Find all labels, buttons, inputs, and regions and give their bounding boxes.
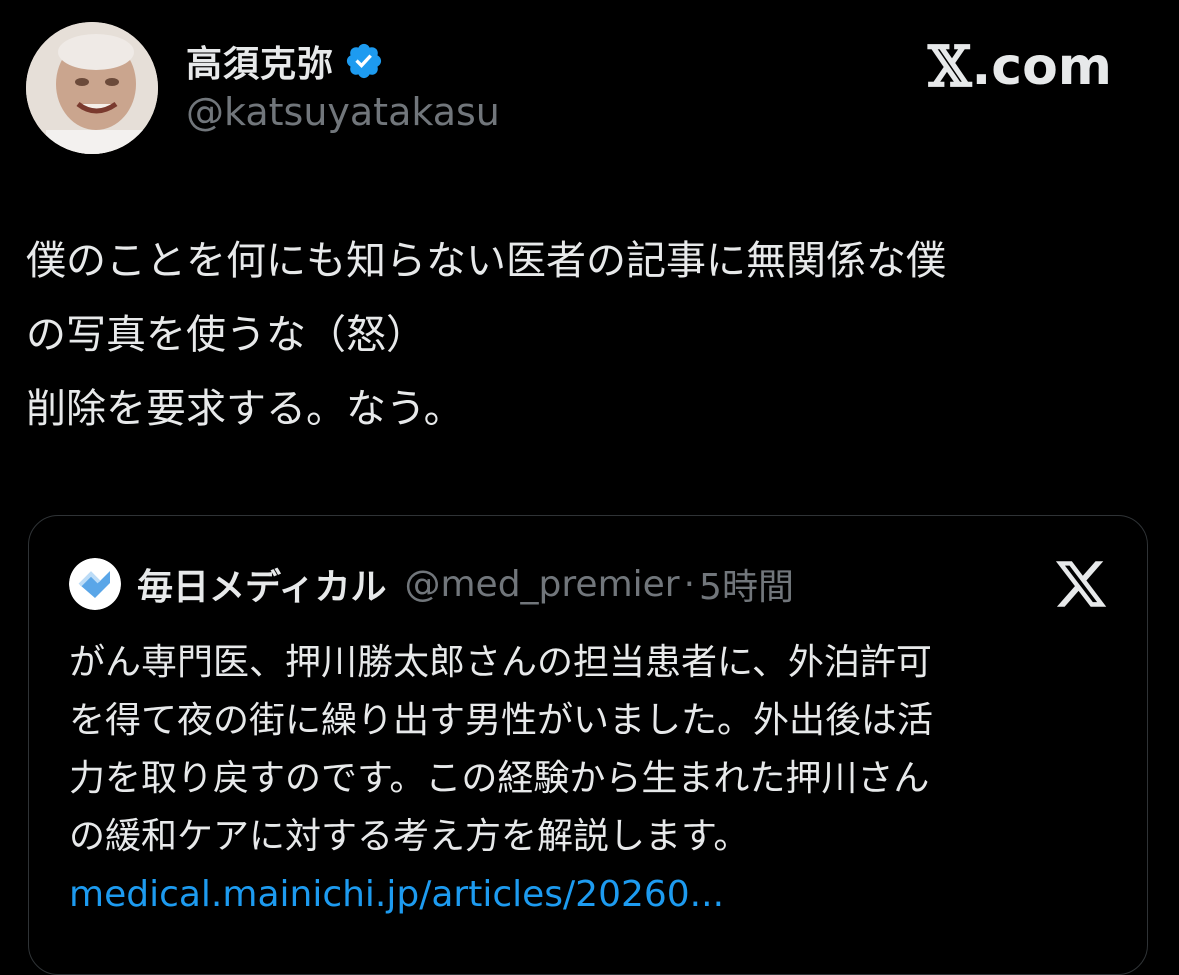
post-text-line: 僕のことを何にも知らない医者の記事に無関係な僕: [26, 238, 946, 284]
article-link[interactable]: medical.mainichi.jp/articles/20260...: [69, 866, 1129, 924]
author-name-row: 高須克弥: [186, 36, 384, 86]
quoted-post-text: がん専門医、押川勝太郎さんの担当患者に、外泊許可 を得て夜の街に繰り出す男性がい…: [69, 634, 1129, 924]
source-logo[interactable]: 𝕏 .com: [928, 34, 1112, 100]
source-label: .com: [971, 37, 1113, 97]
author-name[interactable]: 高須克弥: [186, 35, 334, 87]
verified-badge-icon: [346, 43, 382, 79]
x-logo-icon: [1055, 561, 1107, 607]
quoted-post-header: 毎日メディカル @med_premier · 5時間: [69, 558, 794, 610]
quoted-post-time[interactable]: 5時間: [699, 558, 794, 610]
avatar-image: [26, 22, 158, 154]
quoted-text-line: の緩和ケアに対する考え方を解説します。: [69, 816, 750, 857]
quoted-text-line: がん専門医、押川勝太郎さんの担当患者に、外泊許可: [69, 642, 932, 683]
quoted-text-line: 力を取り戻すのです。この経験から生まれた押川さん: [69, 758, 930, 799]
quoted-text-line: を得て夜の街に繰り出す男性がいました。外出後は活: [69, 700, 934, 741]
quoted-author-handle[interactable]: @med_premier: [404, 564, 679, 605]
meta-separator: ·: [683, 563, 696, 605]
post-text-line: の写真を使うな（怒）: [26, 312, 426, 358]
quoted-author-name[interactable]: 毎日メディカル: [137, 558, 386, 610]
post-text-line: 削除を要求する。なう。: [26, 386, 464, 432]
x-logo-icon: 𝕏: [928, 34, 972, 100]
author-handle[interactable]: @katsuyatakasu: [186, 90, 500, 134]
post-text: 僕のことを何にも知らない医者の記事に無関係な僕 の写真を使うな（怒） 削除を要求…: [26, 224, 1146, 446]
quoted-author-avatar[interactable]: [69, 558, 121, 610]
author-avatar[interactable]: [26, 22, 158, 154]
quoted-post-card[interactable]: 毎日メディカル @med_premier · 5時間 がん専門医、押川勝太郎さん…: [28, 515, 1148, 975]
post-header: 高須克弥 @katsuyatakasu 𝕏 .com: [26, 22, 1156, 154]
